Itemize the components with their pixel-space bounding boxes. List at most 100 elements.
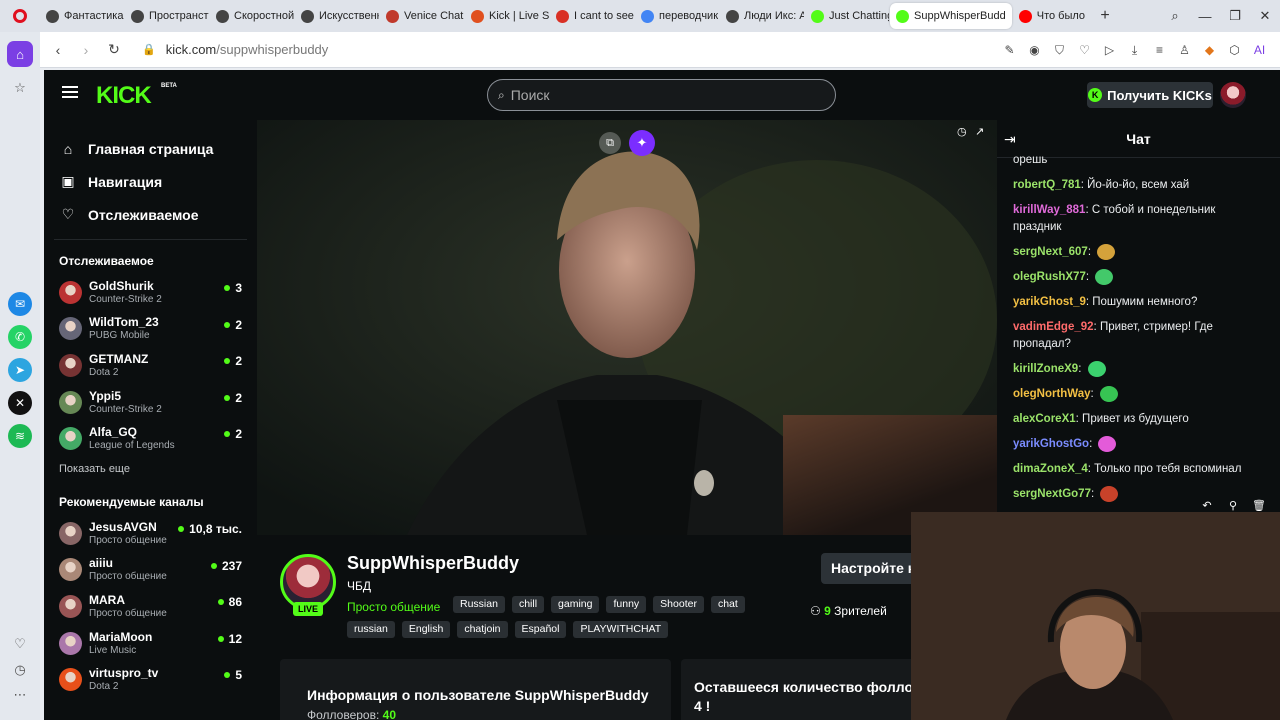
- browser-tab[interactable]: SuppWhisperBudd: [890, 3, 1012, 29]
- browser-tab[interactable]: Что было: [1013, 3, 1091, 29]
- more-icon[interactable]: ⋯: [10, 687, 30, 703]
- tag-chip[interactable]: funny: [606, 596, 647, 613]
- camera-icon[interactable]: ◉: [1022, 43, 1047, 57]
- tab-list: Фантастика с Пространств Скоростной Искусст…: [40, 3, 1092, 29]
- browser-tab[interactable]: Фантастика с: [40, 3, 124, 29]
- minimize-button[interactable]: —: [1190, 9, 1220, 24]
- menu-icon[interactable]: ≡: [1147, 43, 1172, 57]
- messenger-icon[interactable]: ✉: [8, 292, 32, 316]
- search-tabs-icon[interactable]: ⌕: [1160, 8, 1190, 24]
- browser-tab[interactable]: Люди Икс: А: [720, 3, 804, 29]
- x-icon[interactable]: ✕: [8, 391, 32, 415]
- chat-username[interactable]: alexCoreX1: [1013, 413, 1076, 425]
- sidebar-channel[interactable]: GETMANZ Dota 2 2: [44, 347, 257, 384]
- sidebar-channel[interactable]: Alfa_GQ League of Legends 2: [44, 420, 257, 457]
- aria-icon[interactable]: AI: [1247, 43, 1272, 57]
- tag-chip[interactable]: gaming: [551, 596, 600, 613]
- browser-tab[interactable]: Пространств: [125, 3, 209, 29]
- tag-chip[interactable]: Shooter: [653, 596, 704, 613]
- chat-username[interactable]: olegRushX77: [1013, 271, 1086, 283]
- download-icon[interactable]: ⤓: [1122, 43, 1147, 58]
- channel-avatar: [59, 668, 82, 692]
- tab-favicon-icon: [556, 9, 569, 23]
- browser-tab[interactable]: Just Chatting: [805, 3, 889, 29]
- clip-button[interactable]: ⧉: [599, 132, 621, 154]
- restore-button[interactable]: ❐: [1220, 8, 1250, 24]
- chat-username[interactable]: olegNorthWay: [1013, 388, 1091, 400]
- hamburger-menu-icon[interactable]: [62, 86, 78, 98]
- get-kicks-button[interactable]: K Получить KICKs: [1087, 82, 1213, 108]
- sidebar-channel[interactable]: MariaMoon Live Music 12: [44, 625, 257, 662]
- chat-username[interactable]: dimaZoneX_4: [1013, 463, 1088, 475]
- player-icon[interactable]: ▷: [1097, 43, 1122, 57]
- extensions-icon[interactable]: ⬡: [1222, 43, 1247, 57]
- sidebar-channel[interactable]: MARA Просто общение 86: [44, 588, 257, 625]
- ai-sparkle-button[interactable]: ✦: [629, 130, 655, 156]
- clock-icon[interactable]: ◷: [957, 125, 967, 138]
- chat-username[interactable]: kirillZoneX9: [1013, 363, 1078, 375]
- browser-tab[interactable]: переводчик: [635, 3, 719, 29]
- sidebar-channel[interactable]: WildTom_23 PUBG Mobile 2: [44, 311, 257, 348]
- close-window-button[interactable]: ✕: [1250, 8, 1280, 24]
- forward-button[interactable]: ›: [72, 42, 100, 58]
- show-more-link[interactable]: Показать еще: [44, 457, 257, 485]
- sidebar-channel[interactable]: aiiiu Просто общение 237: [44, 552, 257, 589]
- tag-chip[interactable]: russian: [347, 621, 395, 638]
- back-button[interactable]: ‹: [44, 42, 72, 58]
- metamask-icon[interactable]: ◆: [1197, 43, 1222, 57]
- chat-username[interactable]: kirillWay_881: [1013, 204, 1085, 216]
- reload-button[interactable]: ↻: [100, 41, 128, 58]
- chat-message: olegNorthWay:: [1013, 386, 1266, 403]
- chat-username[interactable]: robertQ_781: [1013, 179, 1081, 191]
- chat-message: yarikGhostGo:: [1013, 436, 1266, 453]
- browser-tab[interactable]: I cant to see: [550, 3, 634, 29]
- new-tab-button[interactable]: +: [1092, 7, 1118, 25]
- chat-username[interactable]: vadimEdge_92: [1013, 321, 1094, 333]
- kick-logo[interactable]: KICK: [96, 82, 152, 110]
- tag-chip[interactable]: English: [401, 621, 451, 638]
- pin-icon[interactable]: ☆: [10, 80, 30, 96]
- browser-tab[interactable]: Venice Chat: [380, 3, 464, 29]
- chat-username[interactable]: sergNext_607: [1013, 246, 1088, 258]
- whatsapp-icon[interactable]: ✆: [8, 325, 32, 349]
- sidebar-channel[interactable]: JesusAVGN Просто общение 10,8 тыс.: [44, 515, 257, 552]
- sidebar-channel[interactable]: virtuspro_tv Dota 2 5: [44, 661, 257, 698]
- browser-tab[interactable]: Искусственн: [295, 3, 379, 29]
- nav-item[interactable]: ♡ Отслеживаемое: [60, 198, 257, 231]
- browser-tab[interactable]: Скоростной: [210, 3, 294, 29]
- telegram-icon[interactable]: ➤: [8, 358, 32, 382]
- nav-item[interactable]: ▣ Навигация: [60, 165, 257, 198]
- heart-icon[interactable]: ♡: [10, 636, 30, 652]
- sidebar-channel[interactable]: GoldShurik Counter-Strike 2 3: [44, 274, 257, 311]
- chat-username[interactable]: sergNextGo77: [1013, 488, 1091, 500]
- share-icon[interactable]: ↗: [975, 125, 984, 138]
- tag-chip[interactable]: chill: [511, 596, 545, 613]
- history-icon[interactable]: ◷: [10, 662, 30, 678]
- sidebar-channel[interactable]: Yppi5 Counter-Strike 2 2: [44, 384, 257, 421]
- heart-icon[interactable]: ♡: [1072, 43, 1097, 57]
- url-field[interactable]: 🔒 kick.com/suppwhisperbuddy: [142, 42, 328, 57]
- chat-title: Чат: [1126, 131, 1151, 147]
- stream-category[interactable]: Просто общение: [347, 600, 440, 614]
- recommended-list: JesusAVGN Просто общение 10,8 тыс. aiiiu Про…: [44, 515, 257, 698]
- edit-icon[interactable]: ✎: [997, 43, 1022, 57]
- tag-chip[interactable]: chatjoin: [457, 621, 508, 638]
- profile-icon[interactable]: ♙: [1172, 43, 1197, 57]
- url-host: kick.com: [165, 42, 217, 57]
- tag-chip[interactable]: Español: [514, 621, 567, 638]
- shield-icon[interactable]: ⛉: [1047, 43, 1072, 58]
- opera-logo[interactable]: [0, 9, 40, 23]
- home-icon[interactable]: ⌂: [7, 41, 33, 67]
- channel-name: aiiiu: [89, 556, 114, 571]
- chat-username[interactable]: yarikGhostGo: [1013, 438, 1089, 450]
- channel-name[interactable]: SuppWhisperBuddy: [347, 553, 519, 574]
- nav-item[interactable]: ⌂ Главная страница: [60, 132, 257, 165]
- browser-tab[interactable]: Kick | Live Str: [465, 3, 549, 29]
- user-avatar[interactable]: [1220, 82, 1246, 108]
- search-input[interactable]: [510, 87, 811, 103]
- tag-chip[interactable]: chat: [710, 596, 745, 613]
- spotify-icon[interactable]: ≋: [8, 424, 32, 448]
- tag-chip[interactable]: Russian: [453, 596, 505, 613]
- tag-chip[interactable]: PLAYWITHCHAT: [573, 621, 669, 638]
- chat-username[interactable]: yarikGhost_9: [1013, 296, 1086, 308]
